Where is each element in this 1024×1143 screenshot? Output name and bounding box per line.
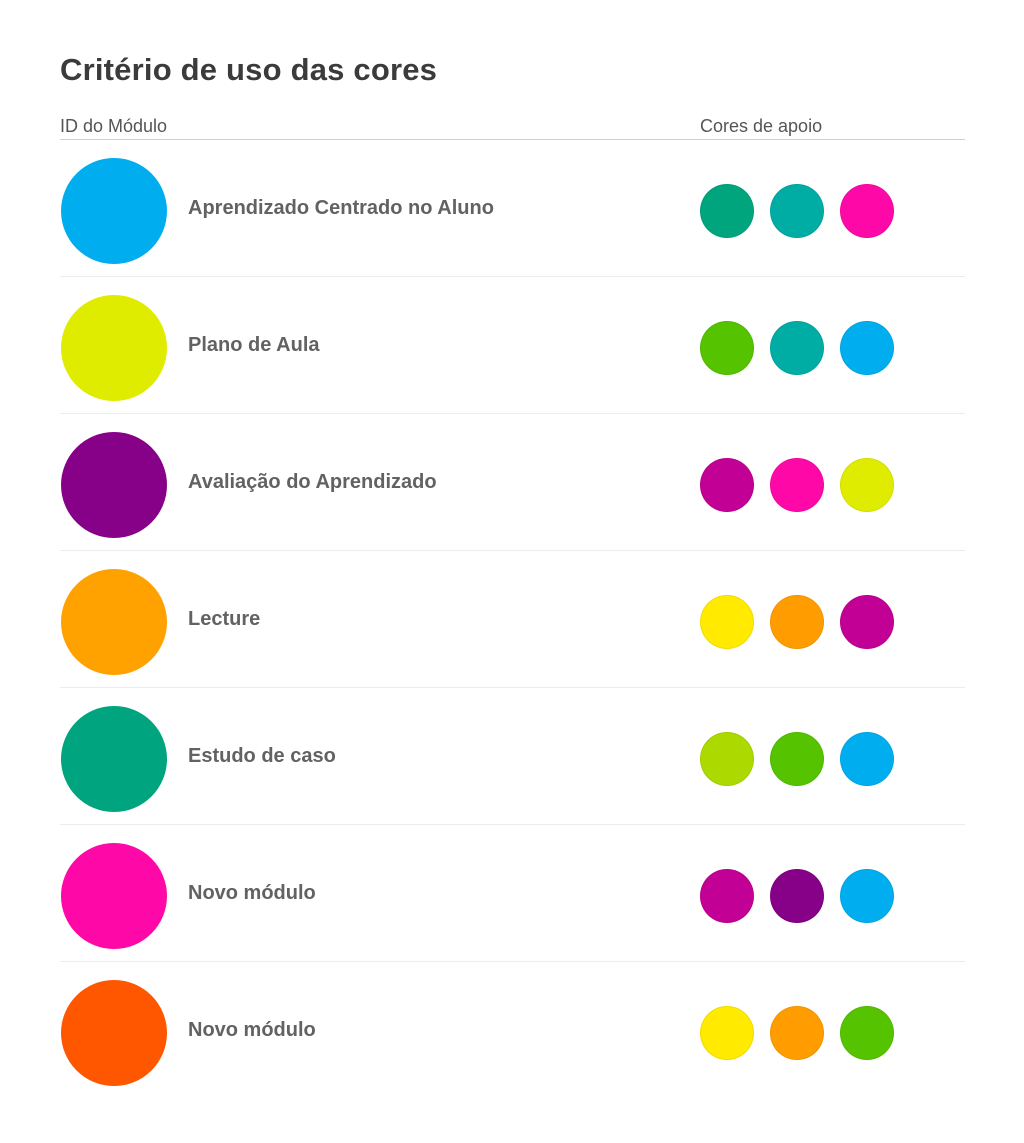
- support-color-swatch: [840, 184, 894, 238]
- support-color-swatch: [700, 1006, 754, 1060]
- module-color-swatch: [61, 432, 167, 538]
- support-color-swatch: [770, 595, 824, 649]
- support-color-swatch: [840, 732, 894, 786]
- support-color-swatch: [770, 321, 824, 375]
- module-list: Aprendizado Centrado no Aluno Plano de A…: [60, 140, 965, 1098]
- header-module-id: ID do Módulo: [60, 116, 168, 136]
- support-color-swatch: [700, 184, 754, 238]
- module-name: Estudo de caso: [188, 745, 336, 767]
- module-color-swatch: [61, 706, 167, 812]
- module-row: Plano de Aula: [60, 277, 965, 414]
- support-color-swatch: [700, 869, 754, 923]
- module-color-swatch: [61, 158, 167, 264]
- module-row: Lecture: [60, 551, 965, 688]
- support-color-swatch: [840, 1006, 894, 1060]
- support-color-swatch: [700, 458, 754, 512]
- module-name: Lecture: [188, 608, 261, 630]
- module-name: Novo módulo: [188, 882, 316, 904]
- support-color-swatch: [840, 321, 894, 375]
- module-row: Novo módulo: [60, 962, 965, 1098]
- support-color-swatch: [770, 1006, 824, 1060]
- support-color-swatch: [770, 184, 824, 238]
- module-name: Aprendizado Centrado no Aluno: [188, 197, 494, 219]
- module-name: Plano de Aula: [188, 334, 320, 356]
- module-color-swatch: [61, 980, 167, 1086]
- module-color-swatch: [61, 295, 167, 401]
- support-color-swatch: [770, 869, 824, 923]
- header-support-colors: Cores de apoio: [700, 116, 823, 136]
- support-color-swatch: [840, 869, 894, 923]
- page-title: Critério de uso das cores: [60, 52, 438, 87]
- module-row: Novo módulo: [60, 825, 965, 962]
- support-color-swatch: [700, 595, 754, 649]
- module-row: Aprendizado Centrado no Aluno: [60, 140, 965, 277]
- table-header: ID do Módulo Cores de apoio: [60, 114, 965, 140]
- module-row: Avaliação do Aprendizado: [60, 414, 965, 551]
- support-color-swatch: [700, 321, 754, 375]
- support-color-swatch: [840, 595, 894, 649]
- module-name: Novo módulo: [188, 1019, 316, 1041]
- module-color-swatch: [61, 569, 167, 675]
- support-color-swatch: [770, 732, 824, 786]
- support-color-swatch: [700, 732, 754, 786]
- support-color-swatch: [770, 458, 824, 512]
- support-color-swatch: [840, 458, 894, 512]
- module-row: Estudo de caso: [60, 688, 965, 825]
- module-name: Avaliação do Aprendizado: [188, 471, 437, 493]
- module-color-swatch: [61, 843, 167, 949]
